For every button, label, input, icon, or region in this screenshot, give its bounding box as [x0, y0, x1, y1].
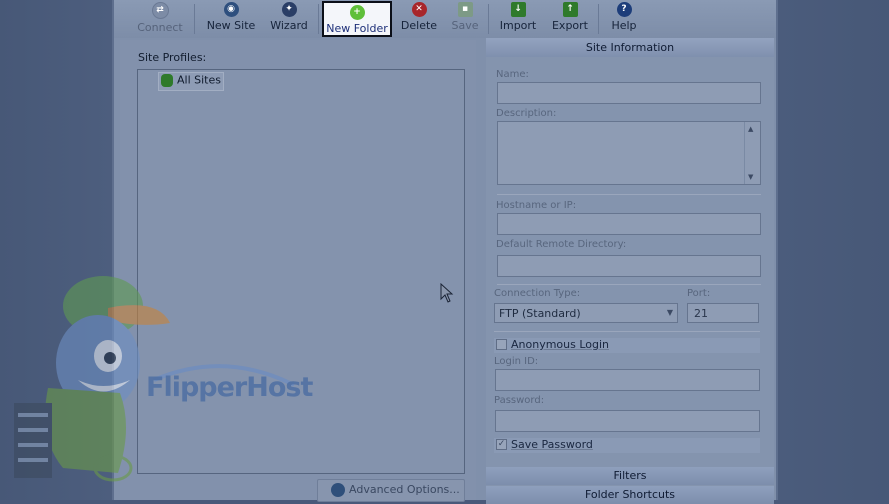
- save-password-row[interactable]: ✓ Save Password: [494, 438, 760, 453]
- description-textarea[interactable]: ▲ ▼: [497, 121, 761, 185]
- new-folder-label: New Folder: [326, 22, 388, 35]
- toolbar: ⇄ Connect ◉ New Site ✦ Wizard + New Fold…: [114, 0, 776, 38]
- folder-shortcuts-section-header[interactable]: Folder Shortcuts: [486, 486, 774, 504]
- chevron-down-icon: ▼: [666, 308, 673, 317]
- toolbar-separator: [598, 4, 599, 34]
- save-password-label: Save Password: [511, 438, 593, 451]
- description-label: Description:: [496, 108, 557, 119]
- new-folder-icon: +: [349, 5, 365, 20]
- wizard-label: Wizard: [270, 19, 308, 32]
- help-button[interactable]: ? Help: [602, 0, 646, 38]
- brand-logo-text: FlipperHost: [146, 372, 313, 403]
- advanced-options-button[interactable]: Advanced Options...: [317, 479, 465, 502]
- tree-item-all-sites[interactable]: All Sites: [158, 72, 224, 91]
- advanced-options-label: Advanced Options...: [349, 483, 460, 496]
- login-id-label: Login ID:: [494, 356, 539, 367]
- export-button[interactable]: ↑ Export: [544, 0, 596, 38]
- port-input[interactable]: 21: [687, 303, 759, 323]
- import-label: Import: [499, 19, 537, 32]
- delete-label: Delete: [400, 19, 438, 32]
- toolbar-separator: [194, 4, 195, 34]
- divider: [497, 284, 761, 285]
- save-button[interactable]: ▪ Save: [444, 0, 486, 38]
- description-scrollbar[interactable]: ▲ ▼: [744, 122, 760, 184]
- advanced-options-icon: [331, 483, 345, 497]
- connect-button[interactable]: ⇄ Connect: [122, 0, 198, 38]
- connection-type-select[interactable]: FTP (Standard) ▼: [494, 303, 678, 323]
- help-label: Help: [611, 19, 637, 32]
- password-input[interactable]: [495, 410, 760, 432]
- export-label: Export: [551, 19, 588, 32]
- hostname-input[interactable]: [497, 213, 761, 235]
- anonymous-login-row[interactable]: Anonymous Login: [494, 338, 760, 353]
- new-folder-button[interactable]: + New Folder: [322, 1, 392, 37]
- login-id-input[interactable]: [495, 369, 760, 391]
- connection-type-label: Connection Type:: [494, 288, 581, 299]
- hostname-label: Hostname or IP:: [496, 200, 577, 211]
- divider: [494, 331, 760, 332]
- desktop-backdrop-right: [778, 0, 889, 500]
- tree-item-label: All Sites: [177, 73, 221, 87]
- new-site-button[interactable]: ◉ New Site: [200, 0, 262, 38]
- anonymous-login-checkbox[interactable]: [496, 339, 507, 350]
- help-icon: ?: [616, 2, 632, 17]
- password-label: Password:: [494, 395, 545, 406]
- divider: [497, 194, 761, 195]
- port-label: Port:: [687, 288, 711, 299]
- scroll-up-icon[interactable]: ▲: [748, 125, 753, 133]
- site-manager-window: ⇄ Connect ◉ New Site ✦ Wizard + New Fold…: [112, 0, 778, 504]
- remote-directory-input[interactable]: [497, 255, 761, 277]
- site-information-panel: Site Information Name: Description: ▲ ▼ …: [486, 38, 774, 504]
- save-label: Save: [451, 19, 479, 32]
- delete-button[interactable]: ✕ Delete: [394, 0, 444, 38]
- connect-label: Connect: [137, 21, 183, 34]
- export-icon: ↑: [562, 2, 578, 17]
- remote-directory-label: Default Remote Directory:: [496, 239, 627, 250]
- save-icon: ▪: [457, 2, 473, 17]
- site-information-header: Site Information: [486, 38, 774, 57]
- connection-type-value: FTP (Standard): [499, 307, 581, 320]
- new-site-label: New Site: [206, 19, 256, 32]
- new-site-icon: ◉: [223, 2, 239, 17]
- site-profiles-label: Site Profiles:: [138, 51, 207, 64]
- wizard-button[interactable]: ✦ Wizard: [262, 0, 316, 38]
- import-icon: ↓: [510, 2, 526, 17]
- mouse-cursor-icon: [440, 283, 454, 303]
- import-button[interactable]: ↓ Import: [492, 0, 544, 38]
- delete-icon: ✕: [411, 2, 427, 17]
- toolbar-separator: [318, 4, 319, 34]
- anonymous-login-label: Anonymous Login: [511, 338, 610, 351]
- folder-icon: [161, 73, 173, 87]
- wizard-icon: ✦: [281, 2, 297, 17]
- connect-icon: ⇄: [151, 2, 169, 19]
- name-input[interactable]: [497, 82, 761, 104]
- filters-section-header[interactable]: Filters: [486, 467, 774, 485]
- save-password-checkbox[interactable]: ✓: [496, 439, 507, 450]
- toolbar-separator: [488, 4, 489, 34]
- port-value: 21: [694, 307, 708, 320]
- scroll-down-icon[interactable]: ▼: [748, 173, 753, 181]
- name-label: Name:: [496, 69, 529, 80]
